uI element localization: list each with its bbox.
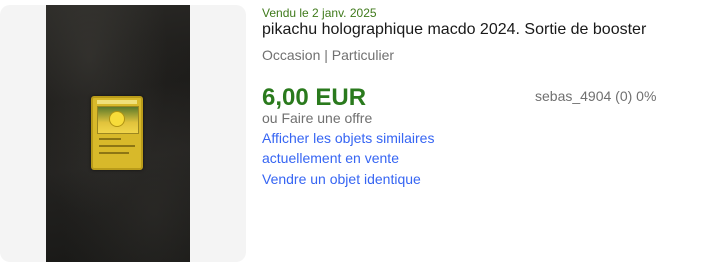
card-artwork [97,106,139,134]
view-similar-items-link[interactable]: Afficher les objets similaires [262,130,434,146]
item-condition: Occasion | Particulier [262,47,395,63]
view-similar-items-link-cont[interactable]: actuellement en vente [262,150,399,166]
best-offer-note: ou Faire une offre [262,110,373,126]
item-thumbnail[interactable] [0,5,246,262]
sell-identical-link[interactable]: Vendre un objet identique [262,171,421,187]
item-photo[interactable] [46,5,190,262]
seller-info: sebas_4904 (0) 0% [535,88,657,104]
item-price: 6,00 EUR [262,84,367,111]
card-header [97,100,137,104]
item-title[interactable]: pikachu holographique macdo 2024. Sortie… [262,21,646,39]
sold-date: Vendu le 2 janv. 2025 [262,6,377,20]
pokemon-card-image [91,96,143,170]
sold-listing-item: Vendu le 2 janv. 2025 pikachu holographi… [0,0,725,267]
card-text-line [99,138,121,140]
card-text-line [99,145,135,147]
card-text-line [99,152,129,154]
